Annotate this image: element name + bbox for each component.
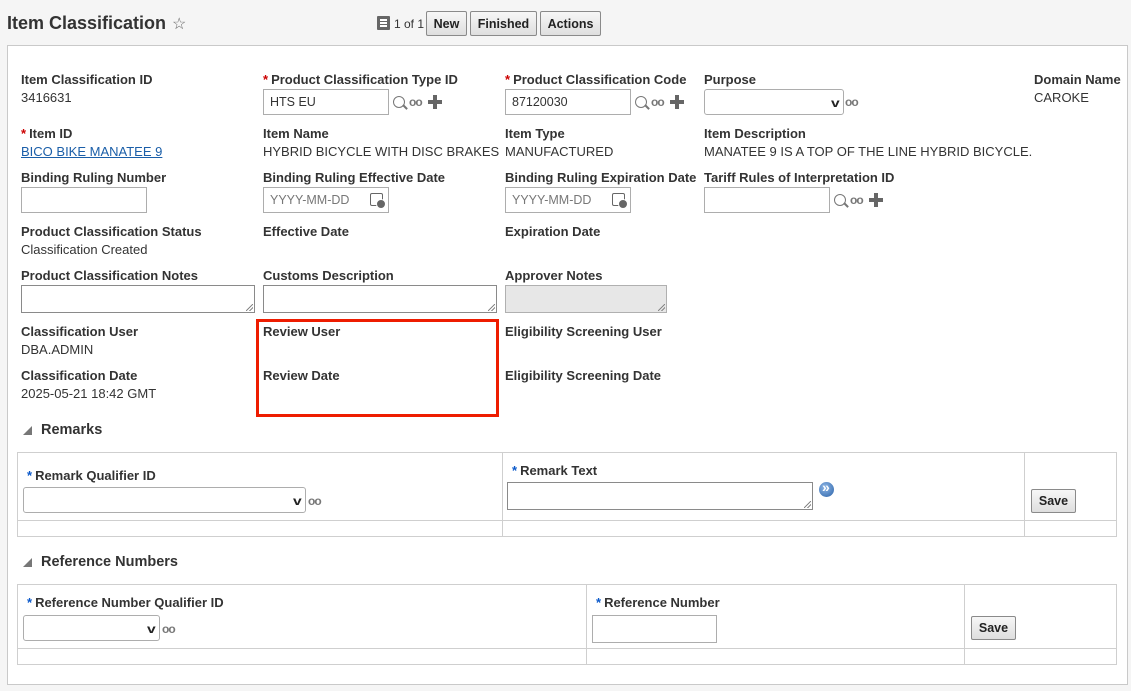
reference-numbers-section-title: Reference Numbers bbox=[41, 554, 178, 570]
product-classification-type-id-input[interactable] bbox=[263, 89, 389, 115]
main-panel: Item Classification ID 3416631 * Product … bbox=[7, 45, 1128, 685]
glasses-icon[interactable]: oo bbox=[850, 193, 864, 207]
domain-name-value: CAROKE bbox=[1034, 90, 1089, 105]
classification-user-label: Classification User bbox=[21, 324, 139, 339]
binding-ruling-number-input[interactable] bbox=[21, 187, 147, 213]
domain-name-label: Domain Name bbox=[1034, 72, 1121, 87]
reference-numbers-save-button[interactable]: Save bbox=[971, 616, 1016, 640]
item-name-value: HYBRID BICYCLE WITH DISC BRAKES bbox=[263, 144, 500, 159]
remark-text-textarea[interactable] bbox=[507, 482, 813, 510]
customs-description-label: Customs Description bbox=[263, 268, 394, 283]
remark-qualifier-select[interactable]: v bbox=[23, 487, 306, 513]
product-classification-type-id-label: * Product Classification Type ID bbox=[263, 72, 458, 87]
product-classification-status-label: Product Classification Status bbox=[21, 224, 202, 239]
chevron-down-icon: v bbox=[293, 494, 303, 508]
calendar-icon[interactable] bbox=[612, 193, 628, 209]
reference-numbers-table: * Reference Number Qualifier ID v oo * Ref… bbox=[17, 584, 1117, 665]
glasses-icon[interactable]: oo bbox=[308, 494, 322, 508]
eligibility-screening-user-label: Eligibility Screening User bbox=[505, 324, 662, 339]
product-classification-notes-label: Product Classification Notes bbox=[21, 268, 198, 283]
item-name-label: Item Name bbox=[263, 126, 329, 141]
approver-notes-textarea bbox=[505, 285, 667, 313]
highlight-box bbox=[256, 319, 499, 417]
add-icon[interactable] bbox=[869, 193, 883, 207]
remark-text-label: * Remark Text bbox=[512, 463, 598, 478]
purpose-label: Purpose bbox=[704, 72, 757, 87]
glasses-icon[interactable]: oo bbox=[845, 95, 859, 109]
eligibility-screening-date-label: Eligibility Screening Date bbox=[505, 368, 662, 383]
calendar-icon[interactable] bbox=[370, 193, 386, 209]
effective-date-label: Effective Date bbox=[263, 224, 349, 239]
actions-button[interactable]: Actions bbox=[540, 11, 601, 36]
item-id-label: * Item ID bbox=[21, 126, 73, 141]
classification-user-value: DBA.ADMIN bbox=[21, 342, 94, 357]
item-description-value: MANATEE 9 IS A TOP OF THE LINE HYBRID BI… bbox=[704, 144, 1033, 159]
pager-count: 1 of 1 bbox=[394, 17, 425, 31]
collapse-triangle-icon[interactable] bbox=[23, 558, 32, 567]
customs-description-textarea[interactable] bbox=[263, 285, 497, 313]
new-button[interactable]: New bbox=[426, 11, 467, 36]
tariff-rules-input[interactable] bbox=[704, 187, 830, 213]
item-classification-id-value: 3416631 bbox=[21, 90, 72, 105]
reference-number-label: * Reference Number bbox=[596, 595, 720, 610]
purpose-select[interactable]: v bbox=[704, 89, 844, 115]
expiration-date-label: Expiration Date bbox=[505, 224, 601, 239]
item-type-value: MANUFACTURED bbox=[505, 144, 614, 159]
binding-ruling-number-label: Binding Ruling Number bbox=[21, 170, 167, 185]
glasses-icon[interactable]: oo bbox=[162, 622, 176, 636]
glasses-icon[interactable]: oo bbox=[651, 95, 665, 109]
expand-arrow-icon[interactable] bbox=[819, 479, 834, 497]
list-icon[interactable] bbox=[377, 16, 390, 30]
item-type-label: Item Type bbox=[505, 126, 565, 141]
binding-ruling-effective-date-label: Binding Ruling Effective Date bbox=[263, 170, 446, 185]
finished-button[interactable]: Finished bbox=[470, 11, 537, 36]
product-classification-code-input[interactable] bbox=[505, 89, 631, 115]
glasses-icon[interactable]: oo bbox=[409, 95, 423, 109]
classification-date-label: Classification Date bbox=[21, 368, 138, 383]
tariff-rules-label: Tariff Rules of Interpretation ID bbox=[704, 170, 895, 185]
add-icon[interactable] bbox=[428, 95, 442, 109]
binding-ruling-expiration-date-label: Binding Ruling Expiration Date bbox=[505, 170, 697, 185]
remarks-section-title: Remarks bbox=[41, 422, 103, 438]
item-description-label: Item Description bbox=[704, 126, 806, 141]
page-title: Item Classification bbox=[7, 13, 167, 33]
classification-date-value: 2025-05-21 18:42 GMT bbox=[21, 386, 157, 401]
item-classification-id-label: Item Classification ID bbox=[21, 72, 153, 87]
favorite-star-icon[interactable]: ☆ bbox=[172, 14, 186, 34]
search-icon[interactable] bbox=[635, 96, 647, 108]
reference-number-qualifier-select[interactable]: v bbox=[23, 615, 160, 641]
remarks-save-button[interactable]: Save bbox=[1031, 489, 1076, 513]
search-icon[interactable] bbox=[393, 96, 405, 108]
collapse-triangle-icon[interactable] bbox=[23, 426, 32, 435]
search-icon[interactable] bbox=[834, 194, 846, 206]
product-classification-code-label: * Product Classification Code bbox=[505, 72, 687, 87]
reference-number-input[interactable] bbox=[592, 615, 717, 643]
chevron-down-icon: v bbox=[147, 622, 157, 636]
remarks-table: *Remark Qualifier ID v oo *Remark Text S… bbox=[17, 452, 1117, 537]
product-classification-notes-textarea[interactable] bbox=[21, 285, 255, 313]
item-id-link[interactable]: BICO BIKE MANATEE 9 bbox=[21, 144, 162, 159]
reference-number-qualifier-label: * Reference Number Qualifier ID bbox=[27, 595, 224, 610]
approver-notes-label: Approver Notes bbox=[505, 268, 603, 283]
remark-qualifier-label: * Remark Qualifier ID bbox=[27, 468, 156, 483]
chevron-down-icon: v bbox=[831, 96, 841, 110]
add-icon[interactable] bbox=[670, 95, 684, 109]
product-classification-status-value: Classification Created bbox=[21, 242, 148, 257]
